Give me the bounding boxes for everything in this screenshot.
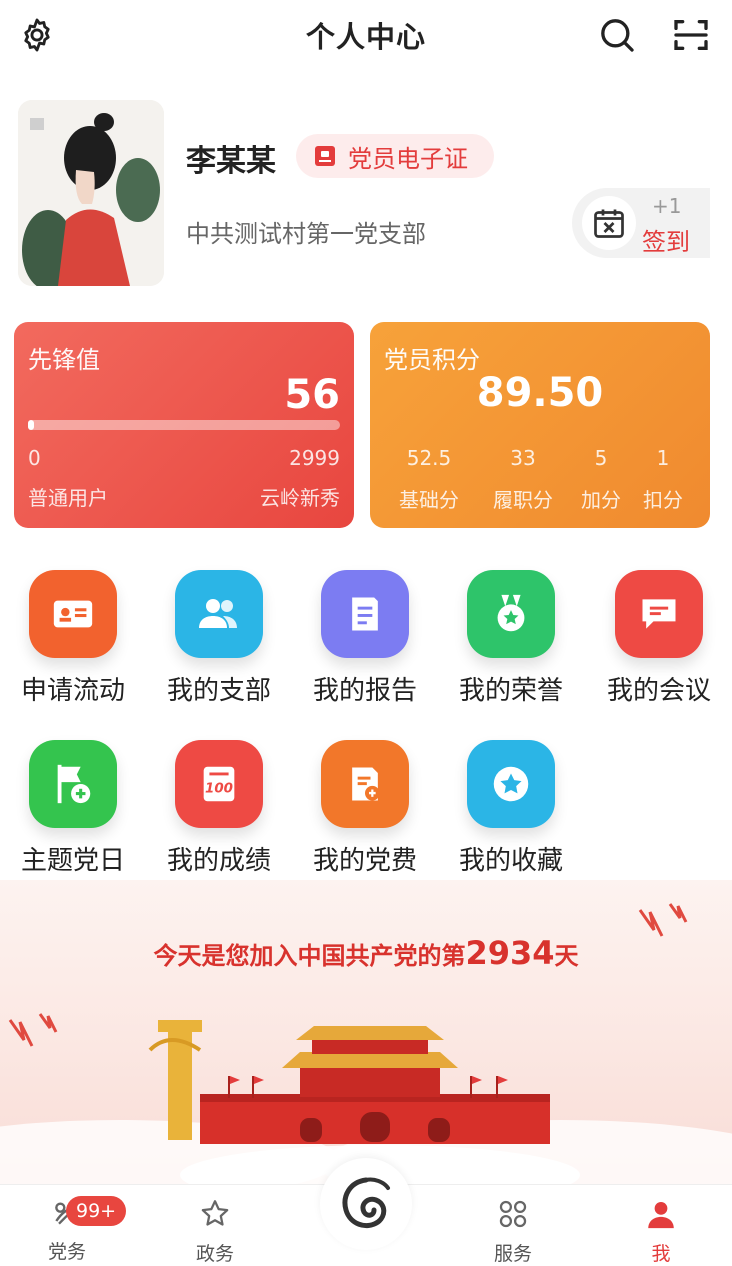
search-button[interactable]: [596, 14, 638, 56]
tab-services[interactable]: 服务: [458, 1197, 568, 1266]
tab-government-affairs[interactable]: 政务: [160, 1197, 270, 1266]
checkin-button[interactable]: +1 签到: [572, 188, 710, 258]
tab-label: 服务: [493, 1243, 532, 1265]
checkin-plus: +1: [652, 194, 682, 218]
join-days-prefix: 今天是您加入中国共产党的第: [153, 942, 466, 970]
vanguard-max: 2999: [289, 446, 340, 470]
avatar-illustration-icon: [18, 100, 164, 286]
grid-my-score[interactable]: 100 我的成绩: [146, 740, 292, 880]
app-logo-icon: [342, 1177, 390, 1228]
svg-text:100: 100: [205, 782, 233, 797]
scan-icon: [674, 20, 708, 50]
score-label: 扣分: [643, 488, 683, 512]
tiananmen-illustration-icon: [0, 903, 732, 1184]
medal-icon: [497, 594, 525, 632]
profile-section: 李某某 党员电子证 中共测试村第一党支部 +1 签到: [0, 96, 732, 292]
star-outline-icon: [201, 1200, 229, 1226]
grid-my-honor[interactable]: 我的荣誉: [438, 570, 584, 710]
center-home-button[interactable]: [320, 1158, 412, 1250]
vanguard-min: 0: [28, 446, 41, 470]
calendar-icon-wrap: [582, 196, 636, 250]
people-icon: [199, 599, 237, 628]
header: 个人中心: [0, 0, 732, 74]
score-100-icon: 100: [203, 766, 235, 802]
grid-icon-box: 100: [175, 740, 263, 828]
document-icon: [352, 597, 378, 631]
branch-name: 中共测试村第一党支部: [186, 220, 426, 248]
score-value: 1: [656, 446, 670, 470]
grid-icon-box: [29, 570, 117, 658]
scan-button[interactable]: [670, 14, 712, 56]
tab-label: 党务: [47, 1241, 86, 1263]
score-label: 履职分: [493, 488, 553, 512]
grid-icon-box: [467, 570, 555, 658]
grid-icon-box: [615, 570, 703, 658]
grid-label: 我的会议: [606, 676, 711, 706]
grid-my-fee[interactable]: 我的党费: [292, 740, 438, 880]
calendar-icon: [594, 209, 624, 238]
grid-apply-transfer[interactable]: 申请流动: [0, 570, 146, 710]
grid-label: 主题党日: [20, 846, 125, 876]
fee-doc-icon: [352, 767, 380, 801]
grid-theme-day[interactable]: 主题党日: [0, 740, 146, 880]
grid-my-report[interactable]: 我的报告: [292, 570, 438, 710]
id-badge-icon: [315, 146, 335, 166]
tab-label: 我: [651, 1243, 671, 1265]
notification-badge: 99+: [66, 1196, 127, 1226]
score-bonus: 5 加分: [566, 446, 636, 513]
avatar[interactable]: [18, 100, 164, 286]
score-value: 5: [594, 446, 608, 470]
grid-label: 我的党费: [312, 846, 417, 876]
grid-icon-box: [321, 740, 409, 828]
star-circle-icon: [493, 766, 529, 802]
grid-label: 我的荣誉: [458, 676, 563, 706]
grid-icon-box: [29, 740, 117, 828]
vanguard-title: 先锋值: [28, 346, 100, 374]
vanguard-level-next: 云岭新秀: [260, 486, 340, 510]
search-icon: [601, 19, 634, 52]
join-days-text: 今天是您加入中国共产党的第2934天: [0, 934, 732, 972]
points-card[interactable]: 党员积分 89.50 52.5 基础分 33 履职分 5 加分 1 扣分: [370, 322, 710, 528]
id-card-icon: [53, 600, 93, 628]
user-name: 李某某: [186, 144, 276, 179]
score-basic: 52.5 基础分: [394, 446, 464, 513]
person-icon: [648, 1201, 674, 1229]
score-label: 加分: [581, 488, 621, 512]
grid-icon-box: [175, 570, 263, 658]
vanguard-value: 56: [284, 372, 340, 418]
score-value: 52.5: [406, 446, 452, 470]
grid-my-branch[interactable]: 我的支部: [146, 570, 292, 710]
grid-my-meeting[interactable]: 我的会议: [586, 570, 732, 710]
join-days-suffix: 天: [554, 942, 579, 970]
grid-my-favorites[interactable]: 我的收藏: [438, 740, 584, 880]
vanguard-progress-fill: [28, 420, 35, 430]
badge-label: 党员电子证: [348, 144, 468, 173]
tab-label: 政务: [195, 1243, 234, 1265]
grid-services-icon: [499, 1200, 527, 1228]
checkin-label: 签到: [642, 228, 690, 256]
score-deduct: 1 扣分: [628, 446, 698, 513]
chat-icon: [642, 599, 676, 629]
score-duty: 33 履职分: [488, 446, 558, 513]
grid-label: 申请流动: [20, 676, 125, 706]
grid-icon-box: [467, 740, 555, 828]
points-value: 89.50: [476, 370, 604, 416]
grid-label: 我的收藏: [458, 846, 563, 876]
vanguard-level-current: 普通用户: [28, 486, 108, 510]
grid-label: 我的报告: [312, 676, 417, 706]
vanguard-progress-bar: [28, 420, 340, 430]
score-value: 33: [510, 446, 536, 470]
flag-plus-icon: [57, 764, 91, 804]
grid-label: 我的支部: [166, 676, 271, 706]
join-days-count: 2934: [465, 934, 555, 972]
score-label: 基础分: [399, 488, 459, 512]
grid-icon-box: [321, 570, 409, 658]
vanguard-card[interactable]: 先锋值 56 0 2999 普通用户 云岭新秀: [14, 322, 354, 528]
party-id-badge[interactable]: 党员电子证: [296, 134, 494, 178]
grid-label: 我的成绩: [166, 846, 271, 876]
tab-me[interactable]: 我: [606, 1197, 716, 1266]
anniversary-banner: 今天是您加入中国共产党的第2934天: [0, 880, 732, 1184]
